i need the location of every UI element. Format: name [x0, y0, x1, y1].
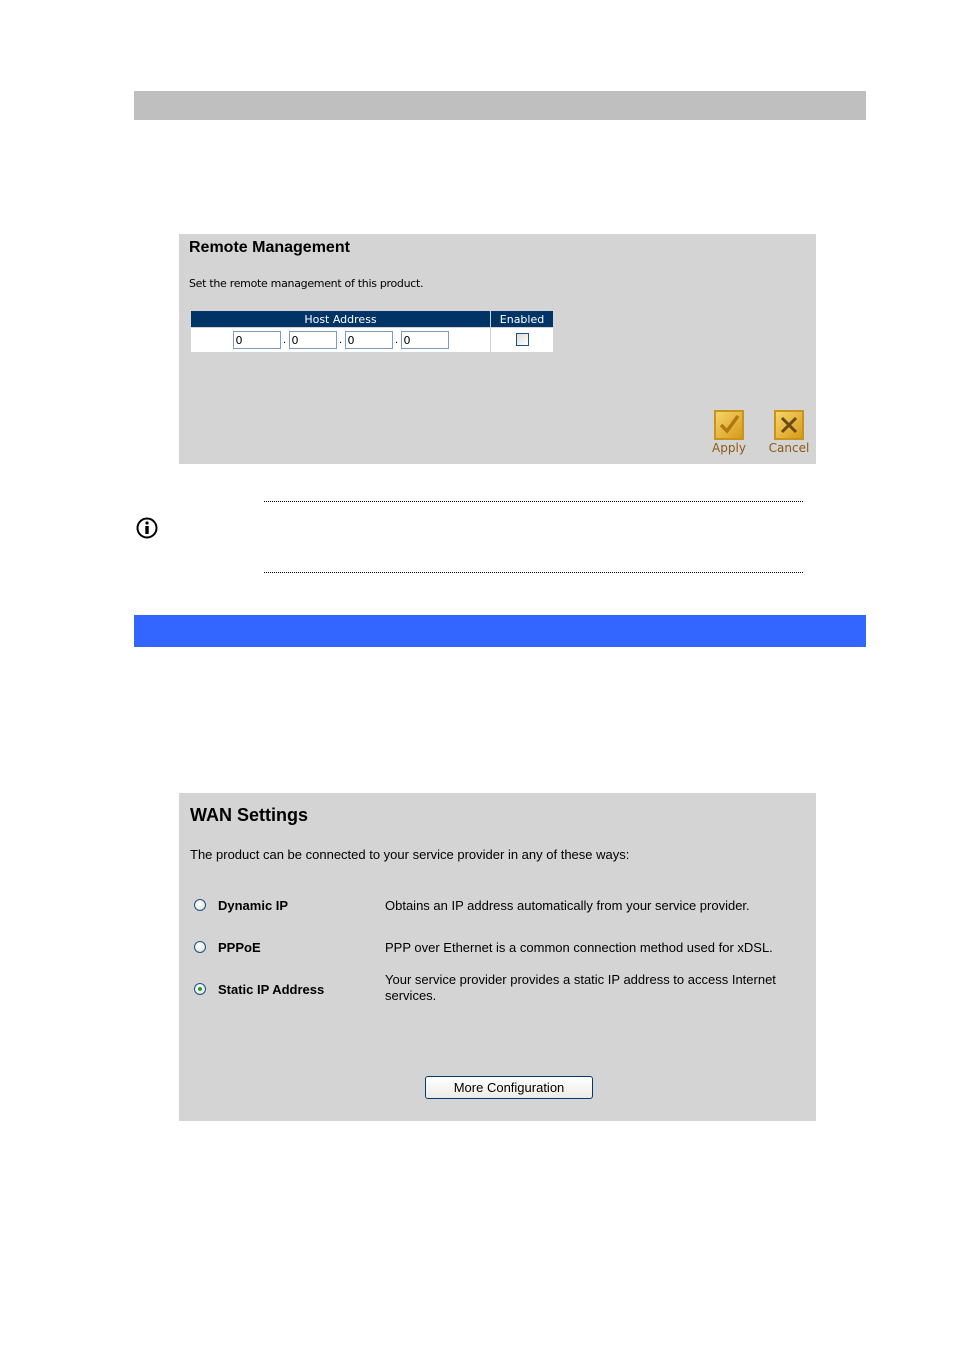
ip-octet-4-input[interactable]: [400, 331, 449, 349]
section-header-bar: [134, 91, 866, 120]
note-divider-top: [264, 501, 803, 502]
option-label: Static IP Address: [218, 982, 325, 997]
remote-management-panel: Remote Management Set the remote managem…: [179, 234, 816, 464]
cancel-button[interactable]: Cancel: [764, 410, 814, 455]
info-icon: [136, 517, 158, 539]
enabled-header: Enabled: [490, 310, 554, 328]
radio-selected-dot: [198, 987, 202, 991]
note-divider-bottom: [264, 572, 803, 573]
pppoe-radio[interactable]: [194, 941, 206, 953]
host-address-table: Host Address Enabled . . .: [190, 310, 554, 353]
checkmark-icon: [714, 410, 744, 440]
option-label: Dynamic IP: [218, 898, 289, 913]
enabled-checkbox[interactable]: [515, 333, 529, 347]
wan-settings-description: The product can be connected to your ser…: [190, 847, 630, 862]
option-description: PPP over Ethernet is a common connection…: [385, 940, 773, 955]
ip-separator: .: [282, 334, 287, 346]
wan-settings-title: WAN Settings: [190, 805, 309, 825]
cancel-label: Cancel: [768, 441, 810, 455]
section-header-bar-highlighted: [134, 615, 866, 647]
remote-management-description: Set the remote management of this produc…: [189, 277, 424, 290]
option-description: Your service provider provides a static …: [385, 972, 776, 1003]
static-ip-radio[interactable]: [194, 983, 206, 995]
more-configuration-button[interactable]: More Configuration: [425, 1076, 593, 1099]
close-icon: [774, 410, 804, 440]
host-address-header: Host Address: [190, 310, 491, 328]
wan-settings-panel: WAN Settings The product can be connecte…: [179, 793, 816, 1121]
remote-management-title: Remote Management: [189, 239, 350, 256]
option-description: Obtains an IP address automatically from…: [385, 898, 750, 913]
ip-octet-3-input[interactable]: [344, 331, 393, 349]
ip-octet-2-input[interactable]: [288, 331, 337, 349]
host-address-cell: . . .: [190, 327, 491, 353]
apply-button[interactable]: Apply: [704, 410, 754, 455]
ip-separator: .: [394, 334, 399, 346]
ip-octet-1-input[interactable]: [232, 331, 281, 349]
option-label: PPPoE: [218, 940, 261, 955]
dynamic-ip-radio[interactable]: [194, 899, 206, 911]
apply-label: Apply: [712, 441, 746, 455]
ip-separator: .: [338, 334, 343, 346]
enabled-cell: [490, 327, 554, 353]
